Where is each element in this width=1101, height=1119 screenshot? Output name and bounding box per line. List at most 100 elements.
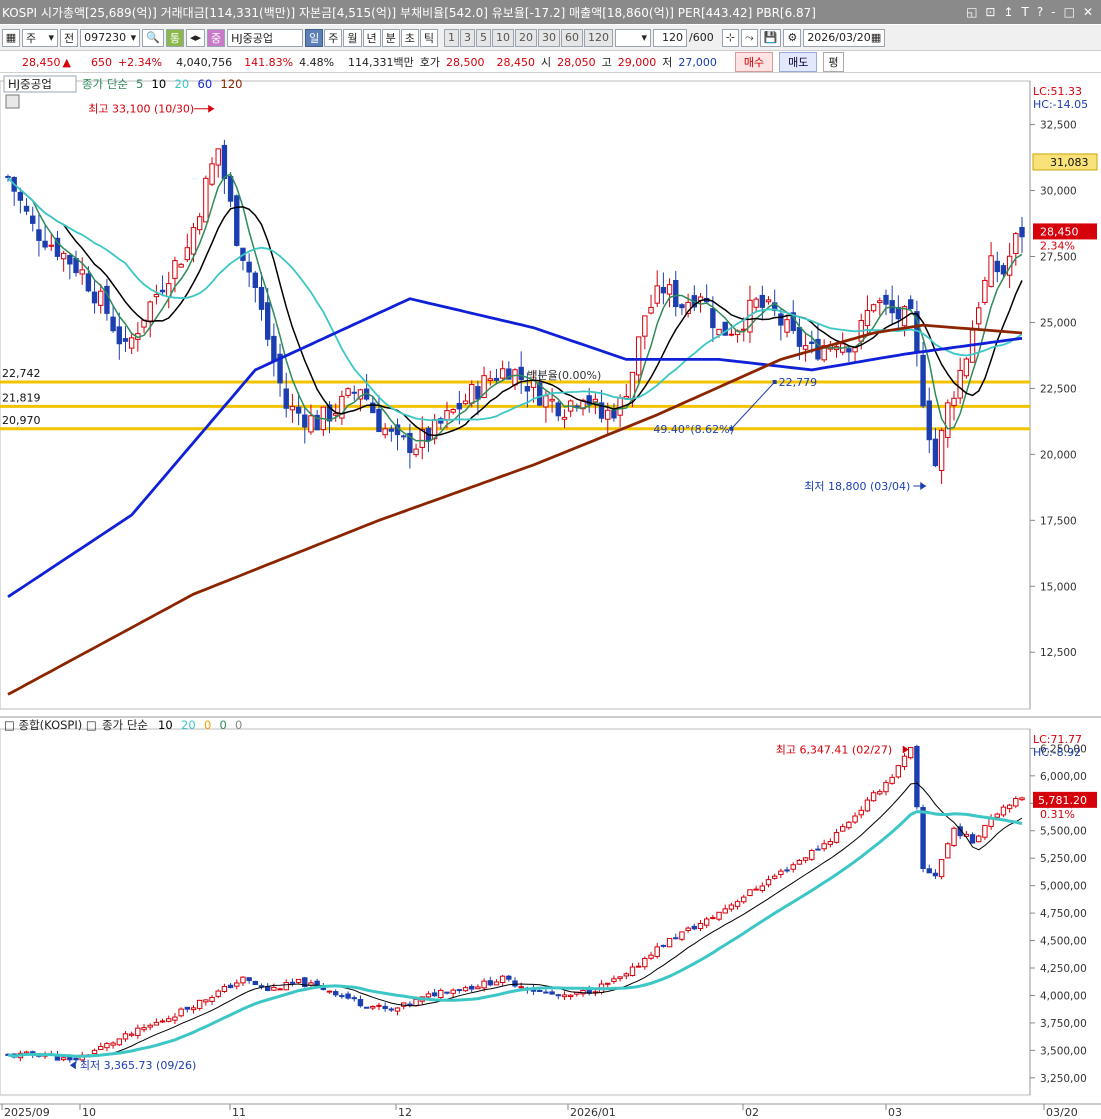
tab-timeframe-5[interactable]: 초 <box>400 28 419 47</box>
interval-button-5[interactable]: 5 <box>476 28 491 47</box>
kospi-candle-body <box>710 917 716 920</box>
candle-body <box>227 176 234 202</box>
trend-icon[interactable]: ⤳ <box>740 28 758 47</box>
candle-body <box>159 289 166 293</box>
fib-label: 49.40°(8.62%) <box>653 423 734 436</box>
candle-body <box>401 435 407 438</box>
kospi-candle-body <box>116 1038 122 1046</box>
current-price: 28,450 <box>22 55 61 69</box>
tab-timeframe-3[interactable]: 년 <box>362 28 381 47</box>
interval-button-30[interactable]: 30 <box>538 28 560 47</box>
search-icon[interactable]: 🔍 <box>142 28 164 47</box>
candle-body <box>920 354 926 407</box>
tong-button[interactable]: 통 <box>165 28 184 47</box>
date-input[interactable]: 2026/03/20 ▦ <box>803 28 886 47</box>
candle-body <box>870 304 877 312</box>
kospi-candle-body <box>388 1008 395 1011</box>
candle-body <box>351 391 357 394</box>
candle-body <box>518 366 524 380</box>
timeframe-tabs: 일주월년분초틱 <box>305 28 438 47</box>
kospi-candle-body <box>166 1018 172 1022</box>
prev-button[interactable]: 전 <box>60 28 79 47</box>
candle-body <box>388 428 395 432</box>
kospi-candle-body <box>951 827 957 846</box>
period-type-select[interactable]: 주 ▾ <box>22 28 58 47</box>
kospi-candle-body <box>264 986 271 992</box>
kospi-candle-body <box>666 937 673 948</box>
interval-dropdown[interactable]: ▾ <box>615 28 651 47</box>
interval-button-10[interactable]: 10 <box>492 28 514 47</box>
candle-body <box>42 240 48 248</box>
tab-timeframe-6[interactable]: 틱 <box>419 28 438 47</box>
marker-price-label: 31,083 <box>1050 156 1089 169</box>
sound-icon[interactable]: ◂▸ <box>185 28 205 47</box>
kospi-candle-body <box>153 1021 160 1026</box>
y-tick-label: 4,250,00 <box>1040 963 1087 975</box>
kospi-candle-body <box>234 982 240 987</box>
jung-badge[interactable]: 중 <box>207 28 226 47</box>
candle-body <box>963 358 970 377</box>
window-control-0[interactable]: ◱ <box>966 5 977 19</box>
kospi-low-annotation: 최저 3,365.73 (09/26) <box>80 1059 197 1072</box>
window-control-3[interactable]: T <box>1022 5 1029 19</box>
gear-icon[interactable]: ⚙ <box>783 28 802 47</box>
candle-body <box>908 299 914 309</box>
interval-button-3[interactable]: 3 <box>460 28 475 47</box>
tab-timeframe-0[interactable]: 일 <box>305 28 324 47</box>
candle-body <box>382 428 388 436</box>
kospi-candle-body <box>190 1007 197 1011</box>
kospi-candle-body <box>870 792 877 802</box>
window-control-1[interactable]: ⊡ <box>985 5 995 19</box>
kospi-candle-body <box>685 927 691 931</box>
sell-button[interactable]: 매도 <box>779 52 818 72</box>
kospi-legend-period-1: 20 <box>181 718 196 732</box>
kospi-candle-body <box>1000 806 1007 816</box>
window-control-6[interactable]: □ <box>1064 5 1075 19</box>
candle-body <box>938 429 945 471</box>
tab-timeframe-4[interactable]: 분 <box>381 28 400 47</box>
kospi-candle-body <box>73 1057 79 1061</box>
trade-amount: 114,331백만 <box>348 56 414 69</box>
buy-button[interactable]: 매수 <box>734 52 774 72</box>
kospi-legend-period-3: 0 <box>220 718 227 732</box>
y-tick-label: 30,000 <box>1040 186 1077 198</box>
tab-timeframe-2[interactable]: 월 <box>343 28 362 47</box>
window-control-7[interactable]: ✕ <box>1083 5 1093 19</box>
candle-body <box>796 327 803 347</box>
interval-button-20[interactable]: 20 <box>515 28 537 47</box>
kospi-candle-body <box>271 986 277 991</box>
stock-code-input[interactable]: 097230 ▾ <box>80 28 141 47</box>
crosshair-icon[interactable]: ⊹ <box>721 28 739 47</box>
candle-body <box>258 286 265 310</box>
stock-name-field[interactable]: HJ중공업 <box>227 28 304 47</box>
window-control-4[interactable]: ? <box>1037 5 1043 19</box>
candle-body <box>116 326 122 345</box>
support-label-2: 20,970 <box>2 414 41 427</box>
save-icon[interactable]: 💾 <box>759 28 782 47</box>
interval-button-60[interactable]: 60 <box>561 28 583 47</box>
date-value: 2026/03/20 <box>807 31 871 44</box>
grid-icon[interactable]: ▦ <box>2 28 20 47</box>
kospi-candle-body <box>339 995 345 998</box>
fib-end-label: 22,779 <box>779 376 818 389</box>
high-annotation: 최고 33,100 (10/30) <box>88 103 194 116</box>
kospi-candle-body <box>679 931 685 940</box>
kospi-candle-body <box>184 1006 191 1010</box>
candle-body <box>203 177 209 223</box>
interval-button-120[interactable]: 120 <box>584 28 613 47</box>
kospi-candle-body <box>796 859 803 865</box>
candle-body <box>673 279 679 308</box>
candle-body <box>487 378 493 382</box>
chart-area[interactable]: 32,500 30,000 27,500 25,000 22,500 20,000 17,5… <box>0 73 1101 1119</box>
window-control-2[interactable]: ↥ <box>1003 5 1013 19</box>
kospi-candle-body <box>413 998 419 1007</box>
candle-body <box>852 347 858 353</box>
kospi-candle-body <box>456 989 463 992</box>
candle-body <box>976 307 982 325</box>
count-input[interactable]: 120 <box>653 28 687 47</box>
window-control-5[interactable]: - <box>1051 5 1055 19</box>
flat-button[interactable]: 평 <box>823 52 844 72</box>
interval-button-1[interactable]: 1 <box>444 28 459 47</box>
tab-timeframe-1[interactable]: 주 <box>324 28 343 47</box>
legend-period-120: 120 <box>221 77 243 91</box>
